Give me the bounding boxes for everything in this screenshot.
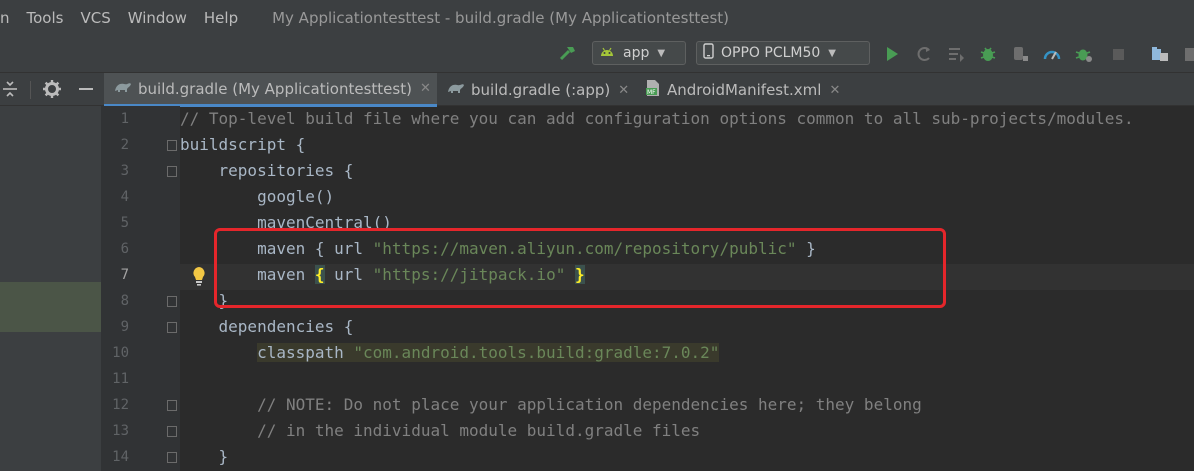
project-structure-icon[interactable] xyxy=(1150,44,1170,64)
device-select[interactable]: OPPO PCLM50 ▼ xyxy=(696,41,870,65)
code-line: classpath "com.android.tools.build:gradl… xyxy=(180,340,720,366)
code-line: dependencies { xyxy=(180,317,354,336)
chevron-down-icon: ▼ xyxy=(657,47,666,59)
tab-label: build.gradle (My Applicationtesttest) xyxy=(138,79,412,98)
fold-marker[interactable] xyxy=(167,426,177,437)
line-number: 9 xyxy=(120,319,129,335)
profiler-icon[interactable] xyxy=(1042,44,1062,64)
stop-icon[interactable] xyxy=(1108,44,1128,64)
tab-build-gradle-project[interactable]: build.gradle (My Applicationtesttest) ✕ xyxy=(104,73,437,107)
device-label: OPPO PCLM50 xyxy=(721,45,821,61)
sdk-manager-icon[interactable] xyxy=(1180,44,1194,64)
code-line: google() xyxy=(180,187,335,206)
menu-bar: n Tools VCS Window Help My Applicationte… xyxy=(0,0,1194,36)
svg-text:MF: MF xyxy=(647,89,656,96)
main-toolbar: app ▼ OPPO PCLM50 ▼ xyxy=(0,36,1194,72)
chevron-down-icon: ▼ xyxy=(828,47,836,59)
line-number: 12 xyxy=(112,397,129,413)
android-icon xyxy=(599,44,615,62)
editor-gutter: 1 2 3 4 5 6 7 8 9 10 11 12 13 14 xyxy=(101,106,180,471)
close-icon[interactable]: ✕ xyxy=(618,83,629,98)
collapse-all-icon[interactable] xyxy=(0,79,20,99)
fold-marker[interactable] xyxy=(167,166,177,177)
line-number: 13 xyxy=(112,423,129,439)
selected-tree-row[interactable] xyxy=(0,282,101,332)
code-line: // in the individual module build.gradle… xyxy=(180,421,701,440)
apply-changes-restart-icon[interactable] xyxy=(914,44,934,64)
editor-tab-bar: build.gradle (My Applicationtesttest) ✕ … xyxy=(0,72,1194,107)
fold-marker[interactable] xyxy=(167,296,177,307)
menu-item-tools[interactable]: Tools xyxy=(27,9,64,27)
line-number: 2 xyxy=(120,137,129,153)
code-token: classpath "com.android.tools.build:gradl… xyxy=(257,343,720,362)
tab-label: AndroidManifest.xml xyxy=(667,81,822,99)
line-number: 8 xyxy=(120,293,129,309)
code-line: repositories { xyxy=(180,161,354,180)
code-line: // NOTE: Do not place your application d… xyxy=(180,395,922,414)
close-icon[interactable]: ✕ xyxy=(829,83,840,98)
gear-icon[interactable] xyxy=(42,79,62,99)
annotation-highlight-box xyxy=(214,228,946,308)
menu-item-window[interactable]: Window xyxy=(128,9,187,27)
app-inspection-icon[interactable] xyxy=(1074,44,1094,64)
build-hammer-icon[interactable] xyxy=(558,44,578,64)
run-icon[interactable] xyxy=(882,44,902,64)
project-panel xyxy=(0,106,101,471)
close-icon[interactable]: ✕ xyxy=(420,81,431,96)
gradle-icon xyxy=(114,80,132,98)
tab-android-manifest[interactable]: MF AndroidManifest.xml ✕ xyxy=(635,73,850,107)
line-number: 6 xyxy=(120,241,129,257)
attach-debugger-icon[interactable] xyxy=(1010,44,1030,64)
line-number: 5 xyxy=(120,215,129,231)
debug-icon[interactable] xyxy=(978,44,998,64)
code-line: // Top-level build file where you can ad… xyxy=(180,109,1134,128)
fold-marker[interactable] xyxy=(167,400,177,411)
menu-item-vcs[interactable]: VCS xyxy=(80,9,110,27)
line-number: 4 xyxy=(120,189,129,205)
tab-label: build.gradle (:app) xyxy=(471,81,611,99)
line-number: 7 xyxy=(120,267,129,283)
divider xyxy=(30,81,31,99)
line-number: 10 xyxy=(112,345,129,361)
window-title: My Applicationtesttest - build.gradle (M… xyxy=(272,9,729,27)
manifest-icon: MF xyxy=(645,79,661,101)
hide-panel-icon[interactable] xyxy=(76,79,96,99)
string-literal: "com.android.tools.build:gradle:7.0.2" xyxy=(353,343,720,362)
fold-marker[interactable] xyxy=(167,322,177,333)
lightbulb-icon[interactable] xyxy=(190,265,208,287)
line-number: 3 xyxy=(120,163,129,179)
phone-icon xyxy=(703,43,714,63)
line-number: 14 xyxy=(112,449,129,465)
code-line: } xyxy=(180,447,229,466)
menu-item-navigate[interactable]: n xyxy=(0,9,10,27)
run-config-select[interactable]: app ▼ xyxy=(592,41,686,65)
tab-build-gradle-app[interactable]: build.gradle (:app) ✕ xyxy=(437,73,635,107)
line-number: 11 xyxy=(112,371,129,387)
apply-code-changes-icon[interactable] xyxy=(946,44,966,64)
fold-marker[interactable] xyxy=(167,140,177,151)
code-line: buildscript { xyxy=(180,135,306,154)
classpath-keyword: classpath xyxy=(257,343,354,362)
gradle-icon xyxy=(447,81,465,99)
run-config-label: app xyxy=(623,45,650,61)
menu-item-help[interactable]: Help xyxy=(204,9,238,27)
line-number: 1 xyxy=(120,111,129,127)
fold-marker[interactable] xyxy=(167,452,177,463)
